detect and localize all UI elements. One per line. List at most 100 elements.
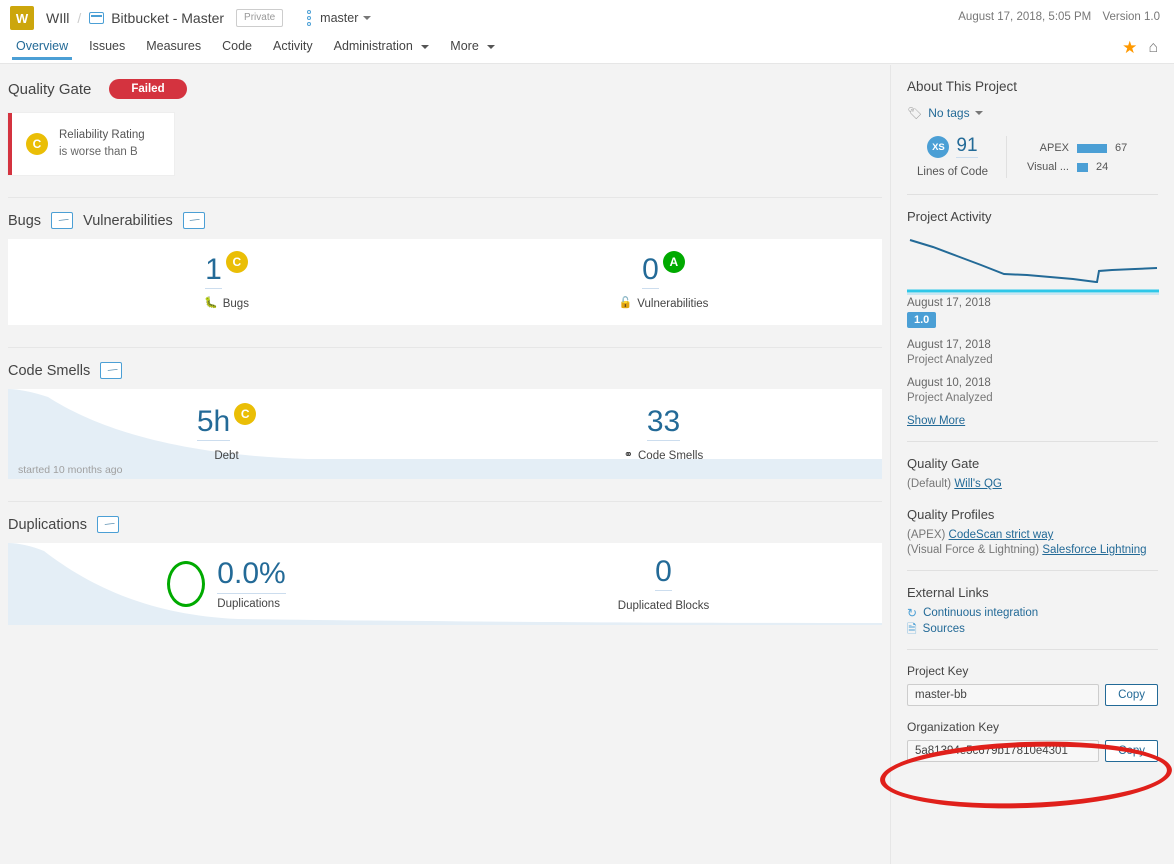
tab-measures-label: Measures [146, 39, 201, 53]
duplications-value[interactable]: 0.0% [217, 557, 285, 594]
vulnerabilities-section-title: Vulnerabilities [83, 213, 173, 229]
external-link-item[interactable]: 🗎 Sources [907, 623, 1158, 635]
code-smells-started-note: started 10 months ago [18, 464, 122, 476]
pin-icon[interactable]: ⟋ [183, 212, 205, 229]
debt-metric[interactable]: 5h C Debt [8, 407, 445, 462]
tab-issues[interactable]: Issues [81, 36, 133, 59]
duplicated-blocks-metric[interactable]: 0 Duplicated Blocks [445, 557, 882, 612]
tab-administration[interactable]: Administration [326, 36, 438, 59]
code-smells-metric[interactable]: 33 ⚭ Code Smells [445, 407, 882, 462]
tab-administration-label: Administration [334, 39, 413, 53]
lines-of-code-label: Lines of Code [917, 166, 988, 178]
duplications-ring-indicator [167, 561, 205, 607]
tab-more[interactable]: More [442, 36, 503, 59]
bugs-metric[interactable]: 1 C 🐛 Bugs [8, 255, 445, 310]
chevron-down-icon [421, 45, 429, 49]
language-value: 67 [1115, 142, 1127, 154]
code-smell-icon: ⚭ [624, 450, 633, 461]
bugs-label: Bugs [223, 298, 249, 310]
duplications-header: Duplications ⟋ [8, 516, 882, 533]
main-column: Quality Gate Failed C Reliability Rating… [0, 65, 890, 864]
duplicated-blocks-value[interactable]: 0 [655, 557, 672, 591]
code-smells-header: Code Smells ⟋ [8, 362, 882, 379]
pin-icon[interactable]: ⟋ [100, 362, 122, 379]
version-badge[interactable]: 1.0 [907, 312, 936, 328]
debt-value[interactable]: 5h [197, 407, 230, 441]
refresh-icon: ↻ [907, 607, 917, 619]
tab-code[interactable]: Code [214, 36, 260, 59]
nav-bar: Overview Issues Measures Code Activity A… [0, 36, 1174, 64]
section-divider [8, 347, 882, 348]
tab-overview[interactable]: Overview [8, 36, 76, 59]
bugs-label-row: 🐛 Bugs [204, 298, 249, 310]
quality-gate-condition-card[interactable]: C Reliability Rating is worse than B [8, 113, 174, 175]
home-icon[interactable]: ⌂ [1148, 40, 1158, 56]
project-version: Version 1.0 [1102, 11, 1160, 23]
tab-measures[interactable]: Measures [138, 36, 209, 59]
tab-more-label: More [450, 39, 478, 53]
star-icon[interactable]: ★ [1122, 39, 1137, 56]
duplicated-blocks-label-row: Duplicated Blocks [618, 600, 709, 612]
quality-profile-link[interactable]: CodeScan strict way [949, 529, 1054, 541]
organization-avatar[interactable]: W [10, 6, 34, 30]
show-more-link[interactable]: Show More [907, 415, 1158, 427]
file-icon: 🗎 [907, 623, 917, 635]
copy-project-key-button[interactable]: Copy [1105, 684, 1158, 706]
visibility-badge: Private [236, 9, 283, 27]
project-key-input[interactable] [907, 684, 1099, 706]
activity-date: August 10, 2018 [907, 377, 1158, 389]
vulnerabilities-value[interactable]: 0 [642, 255, 659, 289]
bugs-section-title: Bugs [8, 213, 41, 229]
duplicated-blocks-label: Duplicated Blocks [618, 600, 709, 612]
tab-activity[interactable]: Activity [265, 36, 321, 59]
language-row: Visual ... 24 [1021, 161, 1158, 173]
external-link-item[interactable]: ↻ Continuous integration [907, 607, 1158, 619]
bugs-rating-badge: C [226, 251, 248, 273]
language-name: Visual ... [1021, 161, 1077, 173]
quality-gate-status-badge: Failed [109, 79, 186, 99]
unlock-icon: 🔓 [619, 298, 633, 309]
external-links-title: External Links [907, 585, 1158, 600]
chevron-down-icon [975, 111, 983, 115]
quality-gate-link[interactable]: Will's QG [954, 478, 1002, 490]
quality-profiles-title: Quality Profiles [907, 507, 1158, 522]
content-area: Quality Gate Failed C Reliability Rating… [0, 65, 1174, 864]
quality-gate-title: Quality Gate [8, 81, 91, 98]
project-tags-selector[interactable]: 🏷 No tags [907, 106, 1158, 120]
organization-name[interactable]: WIll [46, 10, 69, 26]
activity-date: August 17, 2018 [907, 339, 1158, 351]
pin-icon[interactable]: ⟋ [51, 212, 73, 229]
project-name[interactable]: Bitbucket - Master [111, 10, 224, 26]
vulnerabilities-label: Vulnerabilities [637, 298, 708, 310]
lines-of-code-block[interactable]: XS 91 Lines of Code [907, 136, 1007, 178]
nav-actions: ★ ⌂ [1122, 39, 1158, 56]
duplications-section-title: Duplications [8, 517, 87, 533]
condition-metric-label: Reliability Rating [59, 127, 145, 144]
about-project-title: About This Project [907, 79, 1158, 94]
language-row: APEX 67 [1021, 142, 1158, 154]
quality-profile-link[interactable]: Salesforce Lightning [1042, 544, 1146, 556]
external-link-label: Sources [923, 623, 965, 635]
reliability-rating-badge: C [26, 133, 48, 155]
language-bar [1077, 163, 1088, 172]
branch-selector[interactable]: master [305, 10, 371, 26]
organization-key-row: Copy [907, 740, 1158, 762]
duplications-label-row: Duplications [217, 598, 285, 610]
condition-detail-label: is worse than B [59, 144, 145, 161]
duplications-percent-metric[interactable]: 0.0% Duplications [8, 559, 445, 610]
activity-item: August 17, 2018 Project Analyzed [907, 339, 1158, 366]
lines-of-code-value[interactable]: 91 [956, 136, 977, 158]
bugs-value[interactable]: 1 [205, 255, 222, 289]
vulnerabilities-metric[interactable]: 0 A 🔓 Vulnerabilities [445, 255, 882, 310]
sidebar-divider [907, 649, 1158, 650]
copy-organization-key-button[interactable]: Copy [1105, 740, 1158, 762]
organization-key-input[interactable] [907, 740, 1099, 762]
pin-icon[interactable]: ⟋ [97, 516, 119, 533]
external-link-label: Continuous integration [923, 607, 1038, 619]
code-smells-footer-band [8, 459, 882, 479]
project-icon [89, 12, 104, 24]
analysis-date: August 17, 2018, 5:05 PM [958, 11, 1091, 23]
activity-item: August 17, 2018 1.0 [907, 297, 1158, 328]
section-divider [8, 501, 882, 502]
code-smells-value[interactable]: 33 [647, 407, 680, 441]
